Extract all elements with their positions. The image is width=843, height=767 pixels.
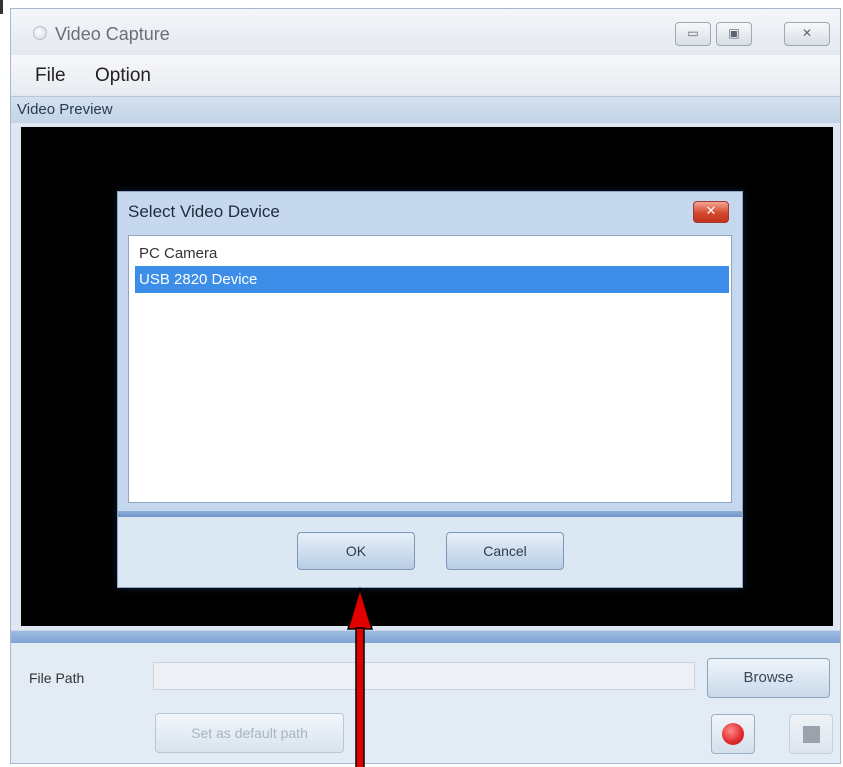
close-icon: ✕	[705, 204, 717, 219]
menu-option[interactable]: Option	[95, 65, 151, 87]
device-list[interactable]: PC Camera USB 2820 Device	[128, 235, 732, 503]
close-button[interactable]: ✕	[784, 22, 830, 46]
dialog-title: Select Video Device	[128, 202, 280, 221]
maximize-button[interactable]: ▣	[716, 22, 752, 46]
stop-button	[789, 714, 833, 754]
list-item-selected[interactable]: USB 2820 Device	[135, 266, 729, 293]
close-icon: ✕	[801, 26, 813, 40]
dialog-footer: OK Cancel	[118, 517, 742, 587]
stop-icon	[803, 726, 820, 743]
menu-file[interactable]: File	[35, 65, 66, 87]
maximize-icon: ▣	[728, 26, 740, 40]
set-default-path-button: Set as default path	[155, 713, 344, 753]
title-bar: Video Capture ▭ ▣ ✕	[11, 9, 840, 55]
record-button[interactable]	[711, 714, 755, 754]
arrow-shaft	[355, 627, 365, 767]
list-item[interactable]: PC Camera	[135, 240, 729, 267]
record-icon	[722, 723, 744, 745]
video-preview-label: Video Preview	[17, 101, 113, 118]
minimize-icon: ▭	[687, 26, 699, 40]
menu-bar: File Option	[11, 55, 840, 95]
bottom-panel: File Path Browse Set as default path	[11, 643, 840, 763]
panel-splitter[interactable]	[11, 630, 840, 643]
cancel-button[interactable]: Cancel	[446, 532, 564, 570]
file-path-label: File Path	[29, 670, 85, 686]
file-path-input[interactable]	[153, 662, 695, 690]
arrow-head	[346, 587, 374, 630]
arrow-annotation-icon	[346, 587, 374, 767]
select-device-dialog: Select Video Device ✕ PC Camera USB 2820…	[117, 191, 743, 588]
video-preview-header: Video Preview	[11, 96, 840, 123]
window-title: Video Capture	[55, 24, 170, 44]
dialog-close-button[interactable]: ✕	[693, 201, 729, 223]
browse-button[interactable]: Browse	[707, 658, 830, 698]
edge-mark	[0, 0, 3, 14]
minimize-button[interactable]: ▭	[675, 22, 711, 46]
app-icon	[33, 26, 47, 40]
ok-button[interactable]: OK	[297, 532, 415, 570]
